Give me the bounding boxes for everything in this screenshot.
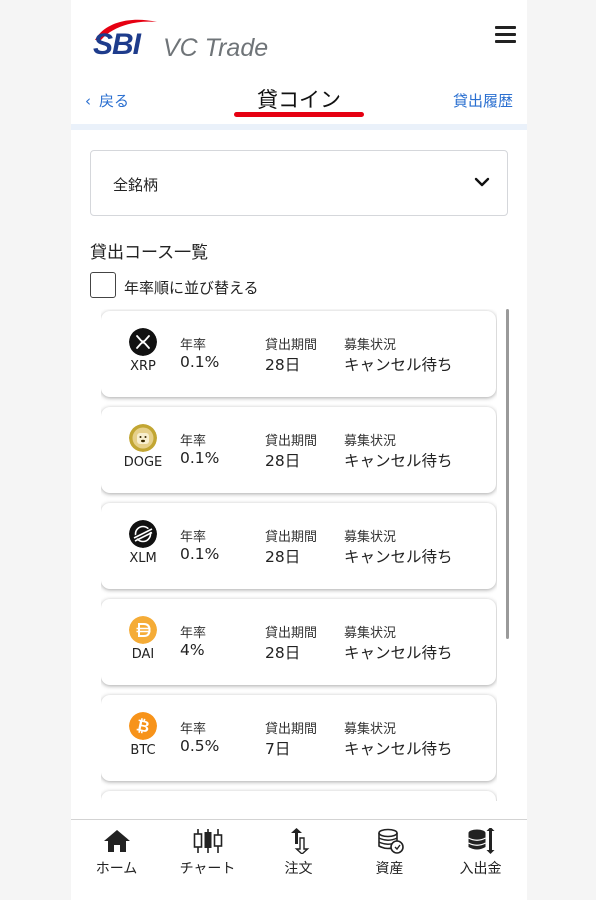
period-value: 28日 (265, 644, 301, 662)
coin-stack-icon (377, 828, 404, 854)
period-label: 貸出期間 (265, 530, 318, 545)
sort-checkbox[interactable] (90, 272, 116, 298)
period-value: 7日 (265, 740, 291, 758)
list-scrollbar[interactable] (506, 309, 509, 639)
course-card-dai[interactable]: DAI 年率 4% 貸出期間 28日 募集状況 キャンセル待ち (101, 599, 496, 685)
period-label: 貸出期間 (265, 434, 318, 449)
rate-value: 0.5% (180, 737, 220, 755)
rate-label: 年率 (180, 530, 207, 545)
status-value: キャンセル待ち (344, 452, 453, 470)
rate-label: 年率 (180, 434, 207, 449)
candlestick-chart-icon (193, 829, 222, 853)
coin-symbol: BTC (130, 743, 156, 758)
course-card-xlm[interactable]: XLM 年率 0.1% 貸出期間 28日 募集状況 キャンセル待ち (101, 503, 496, 589)
bottom-tab-bar: ホーム チャート 注文 資産 入出金 (71, 819, 527, 900)
coin-symbol: XLM (129, 551, 157, 566)
status-value: キャンセル待ち (344, 740, 453, 758)
tab-deposit-withdraw[interactable]: 入出金 (435, 828, 526, 888)
order-arrows-icon (290, 828, 309, 854)
tab-order[interactable]: 注文 (253, 828, 344, 888)
course-list-heading: 貸出コース一覧 (90, 243, 209, 263)
period-label: 貸出期間 (265, 722, 318, 737)
sbi-vc-trade-logo[interactable]: SBI VC Trade (91, 14, 281, 64)
tab-deposit-withdraw-label: 入出金 (459, 861, 502, 877)
status-value: キャンセル待ち (344, 644, 453, 662)
coin-symbol: DOGE (123, 455, 163, 470)
dai-icon (129, 616, 157, 644)
active-title-underline (234, 112, 364, 117)
logo-sbi-text: SBI (93, 28, 141, 61)
tab-chart-label: チャート (179, 861, 236, 877)
period-value: 28日 (265, 548, 301, 566)
chevron-down-icon (474, 177, 490, 187)
tab-order-label: 注文 (284, 861, 313, 877)
status-label: 募集状況 (344, 338, 397, 353)
tab-home-label: ホーム (95, 861, 138, 877)
home-icon (103, 830, 130, 852)
period-value: 28日 (265, 356, 301, 374)
tab-chart[interactable]: チャート (162, 828, 253, 888)
tab-home[interactable]: ホーム (71, 828, 162, 888)
period-label: 貸出期間 (265, 338, 318, 353)
status-value: キャンセル待ち (344, 356, 453, 374)
sort-label: 年率順に並び替える (124, 279, 259, 297)
coin-filter-value: 全銘柄 (113, 176, 159, 194)
coin-symbol: XRP (130, 359, 156, 374)
sub-navigation: ‹ 戻る 貸コイン 貸出履歴 (71, 80, 527, 126)
header-divider (71, 124, 527, 130)
course-card-btc[interactable]: ₿ BTC 年率 0.5% 貸出期間 7日 募集状況 キャンセル待ち (101, 695, 496, 781)
app-header: SBI VC Trade (71, 0, 527, 80)
app-screen: SBI VC Trade ‹ 戻る 貸コイン 貸出履歴 全銘柄 貸出コース一覧 年… (71, 0, 527, 900)
course-list[interactable]: XRP 年率 0.1% 貸出期間 28日 募集状況 キャンセル待ち DOGE 年… (101, 309, 497, 801)
xrp-icon (129, 328, 157, 356)
lending-history-link[interactable]: 貸出履歴 (453, 90, 513, 111)
period-value: 28日 (265, 452, 301, 470)
xlm-icon (129, 520, 157, 548)
status-label: 募集状況 (344, 626, 397, 641)
tab-assets-label: 資産 (375, 861, 404, 877)
status-value: キャンセル待ち (344, 548, 453, 566)
btc-icon: ₿ (129, 712, 157, 740)
course-card-doge[interactable]: DOGE 年率 0.1% 貸出期間 28日 募集状況 キャンセル待ち (101, 407, 496, 493)
tab-assets[interactable]: 資産 (344, 828, 435, 888)
rate-label: 年率 (180, 722, 207, 737)
coin-filter-select[interactable]: 全銘柄 (90, 150, 508, 216)
coin-symbol: DAI (131, 647, 155, 662)
rate-value: 0.1% (180, 545, 220, 563)
rate-label: 年率 (180, 338, 207, 353)
status-label: 募集状況 (344, 434, 397, 449)
status-label: 募集状況 (344, 722, 397, 737)
doge-icon (129, 424, 157, 452)
rate-value: 4% (180, 641, 205, 659)
status-label: 募集状況 (344, 530, 397, 545)
logo-product-text: VC Trade (163, 34, 269, 62)
rate-value: 0.1% (180, 449, 220, 467)
course-card-xrp[interactable]: XRP 年率 0.1% 貸出期間 28日 募集状況 キャンセル待ち (101, 311, 496, 397)
course-card-partial[interactable] (101, 791, 496, 801)
deposit-withdraw-icon (467, 828, 494, 854)
hamburger-menu-icon[interactable] (495, 26, 517, 44)
rate-value: 0.1% (180, 353, 220, 371)
rate-label: 年率 (180, 626, 207, 641)
period-label: 貸出期間 (265, 626, 318, 641)
